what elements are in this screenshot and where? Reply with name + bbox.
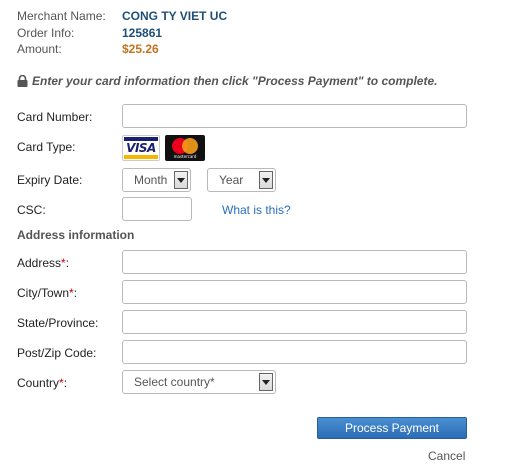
card-number-label: Card Number: bbox=[17, 110, 93, 124]
visa-stripe-bottom bbox=[124, 155, 158, 159]
expiry-month-value: Month bbox=[134, 173, 168, 187]
mastercard-circles bbox=[172, 137, 198, 154]
address-label-text: Address bbox=[17, 256, 62, 270]
process-payment-button[interactable]: Process Payment bbox=[317, 417, 467, 439]
state-label: State/Province: bbox=[17, 316, 99, 330]
expiry-date-label: Expiry Date: bbox=[17, 173, 83, 187]
amount-value: $25.26 bbox=[122, 42, 159, 56]
expiry-month-select[interactable]: Month bbox=[122, 168, 191, 192]
city-label-text: City/Town bbox=[17, 286, 70, 300]
zip-input[interactable] bbox=[122, 340, 467, 364]
card-type-label: Card Type: bbox=[17, 140, 76, 154]
mastercard-logo-text: mastercard bbox=[173, 153, 197, 159]
order-info-value: 125861 bbox=[122, 26, 163, 40]
mastercard-card-icon[interactable]: mastercard bbox=[165, 135, 205, 161]
merchant-name-value: CONG TY VIET UC bbox=[122, 9, 228, 23]
state-input[interactable] bbox=[122, 310, 467, 334]
csc-label: CSC: bbox=[17, 203, 46, 217]
payment-notice: Enter your card information then click "… bbox=[17, 74, 438, 88]
label-colon: : bbox=[63, 376, 68, 390]
address-input[interactable] bbox=[122, 250, 467, 274]
expiry-year-value: Year bbox=[219, 173, 244, 187]
chevron-down-icon bbox=[259, 373, 273, 391]
csc-input[interactable] bbox=[122, 197, 192, 221]
expiry-year-select[interactable]: Year bbox=[207, 168, 276, 192]
country-label: Country*: bbox=[17, 376, 67, 390]
visa-logo-text: VISA bbox=[126, 141, 156, 155]
order-info-label: Order Info: bbox=[17, 26, 75, 40]
city-input[interactable] bbox=[122, 280, 467, 304]
amount-label: Amount: bbox=[17, 42, 62, 56]
chevron-down-icon bbox=[259, 171, 273, 189]
card-number-input[interactable] bbox=[122, 104, 467, 128]
csc-help-link[interactable]: What is this? bbox=[222, 203, 291, 217]
visa-card-icon[interactable]: VISA bbox=[122, 135, 160, 161]
notice-text: Enter your card information then click "… bbox=[32, 74, 438, 88]
country-select[interactable]: Select country* bbox=[122, 370, 276, 394]
zip-label: Post/Zip Code: bbox=[17, 346, 97, 360]
lock-icon bbox=[17, 75, 28, 87]
merchant-name-label: Merchant Name: bbox=[17, 9, 106, 23]
city-label: City/Town*: bbox=[17, 286, 77, 300]
chevron-down-icon bbox=[174, 171, 188, 189]
address-section-title: Address information bbox=[17, 228, 135, 242]
country-label-text: Country bbox=[17, 376, 60, 390]
address-label: Address*: bbox=[17, 256, 69, 270]
label-colon: : bbox=[73, 286, 78, 300]
country-value: Select country* bbox=[134, 375, 215, 389]
label-colon: : bbox=[65, 256, 70, 270]
cancel-link[interactable]: Cancel bbox=[428, 449, 465, 463]
